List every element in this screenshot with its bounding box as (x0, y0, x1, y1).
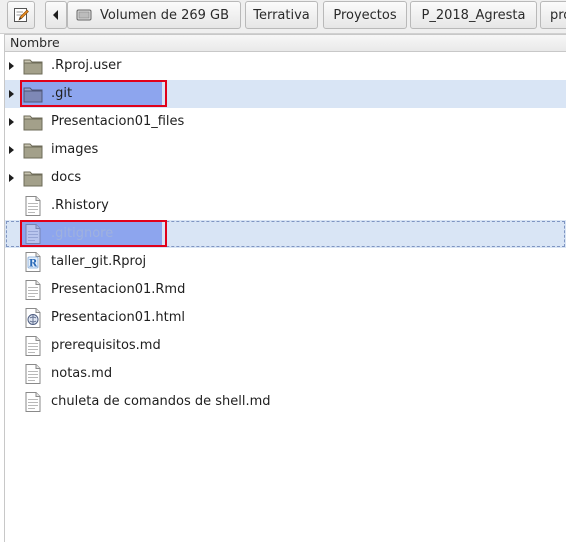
crumb-label: pro (550, 7, 566, 23)
list-item[interactable]: docs (5, 164, 566, 192)
file-name: .Rproj.user (51, 58, 122, 73)
list-item[interactable]: .Rproj.user (5, 52, 566, 80)
file-name: docs (51, 170, 82, 185)
edit-location-button[interactable] (7, 1, 35, 29)
crumb-p-2018-agresta[interactable]: P_2018_Agresta (410, 1, 537, 29)
rproj-file-icon: R (25, 252, 41, 272)
list-item[interactable]: Presentacion01.Rmd (5, 276, 566, 304)
edit-pencil-icon (14, 8, 29, 22)
crumb-label: Terrativa (253, 7, 310, 23)
file-name: .git (51, 86, 73, 101)
text-file-icon (25, 280, 41, 300)
list-item[interactable]: images (5, 136, 566, 164)
crumb-proyectos[interactable]: Proyectos (323, 1, 407, 29)
crumb-label: Proyectos (333, 7, 397, 23)
list-item-selected[interactable]: .gitignore (5, 220, 566, 248)
back-arrow-button[interactable] (45, 1, 67, 29)
folder-icon (23, 143, 43, 159)
folder-icon (23, 171, 43, 187)
svg-text:R: R (29, 259, 38, 270)
file-name: .Rhistory (51, 198, 109, 213)
text-file-icon (25, 196, 41, 216)
expander-arrow-icon[interactable] (9, 118, 14, 126)
drive-icon (76, 9, 92, 21)
list-item[interactable]: R taller_git.Rproj (5, 248, 566, 276)
list-item[interactable]: Presentacion01.html (5, 304, 566, 332)
folder-icon (23, 115, 43, 131)
expander-arrow-icon[interactable] (9, 174, 14, 182)
file-name: Presentacion01_files (51, 114, 185, 129)
list-item[interactable]: prerequisitos.md (5, 332, 566, 360)
list-item[interactable]: Presentacion01_files (5, 108, 566, 136)
crumb-current[interactable]: pro (540, 1, 566, 29)
file-name: chuleta de comandos de shell.md (51, 394, 271, 409)
expander-arrow-icon[interactable] (9, 90, 14, 98)
left-arrow-icon (53, 10, 58, 20)
folder-icon (23, 59, 43, 75)
folder-icon (23, 87, 43, 103)
text-file-icon (25, 364, 41, 384)
list-item[interactable]: notas.md (5, 360, 566, 388)
text-file-icon (25, 336, 41, 356)
file-name: prerequisitos.md (51, 338, 161, 353)
crumb-terrativa[interactable]: Terrativa (245, 1, 318, 29)
list-item-selected[interactable]: .git (5, 80, 566, 108)
volume-crumb[interactable]: Volumen de 269 GB (67, 1, 241, 29)
text-file-icon (25, 224, 41, 244)
list-item[interactable]: .Rhistory (5, 192, 566, 220)
file-name: images (51, 142, 99, 157)
file-name: Presentacion01.html (51, 310, 185, 325)
file-name: .gitignore (51, 226, 114, 241)
column-header-label: Nombre (10, 35, 60, 50)
list-item[interactable]: chuleta de comandos de shell.md (5, 388, 566, 416)
volume-label: Volumen de 269 GB (100, 7, 230, 23)
file-name: Presentacion01.Rmd (51, 282, 186, 297)
html-file-icon (25, 308, 41, 328)
path-bar: Volumen de 269 GB Terrativa Proyectos P_… (0, 0, 566, 34)
expander-arrow-icon[interactable] (9, 62, 14, 70)
expander-arrow-icon[interactable] (9, 146, 14, 154)
column-header-nombre[interactable]: Nombre (4, 34, 566, 52)
text-file-icon (25, 392, 41, 412)
file-name: taller_git.Rproj (51, 254, 147, 269)
crumb-label: P_2018_Agresta (421, 7, 526, 23)
file-name: notas.md (51, 366, 113, 381)
